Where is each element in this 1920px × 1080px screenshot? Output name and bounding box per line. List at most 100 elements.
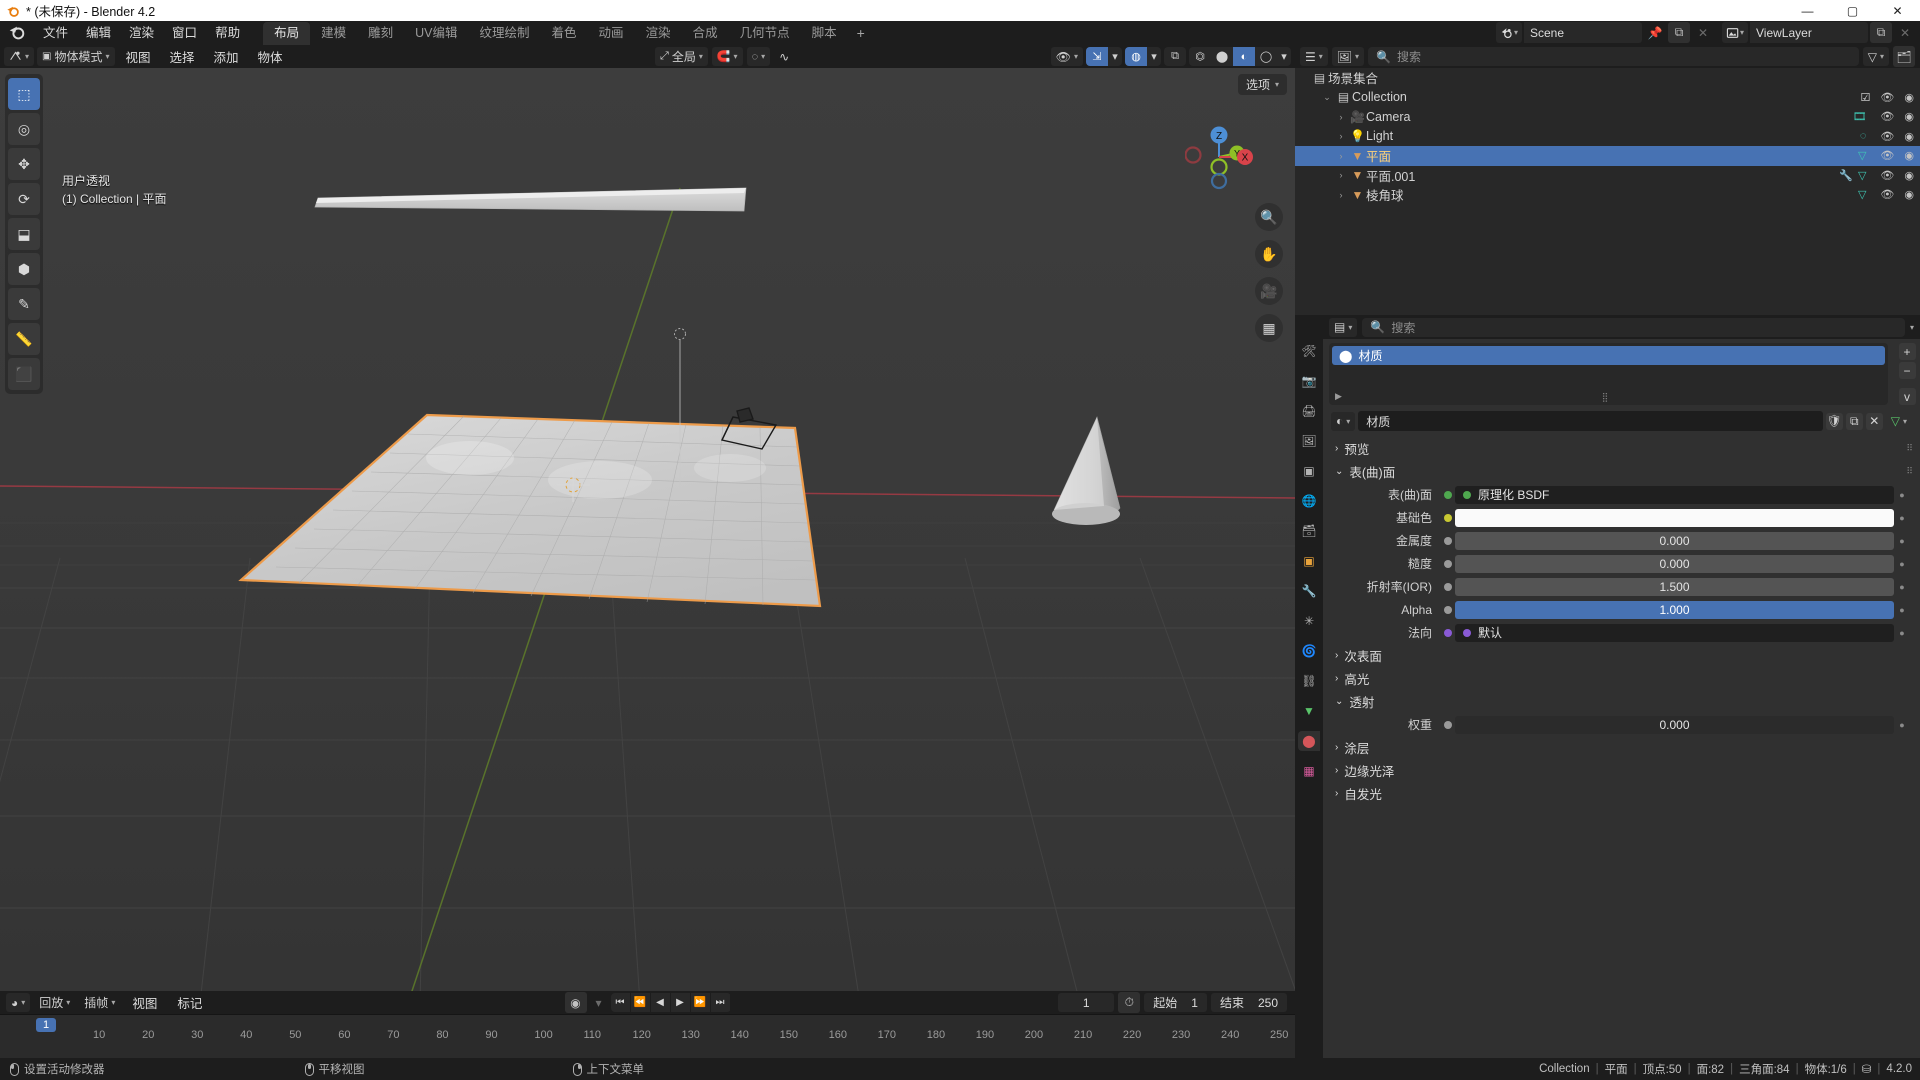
material-slot-item[interactable]: ⬤ 材质: [1332, 346, 1885, 365]
material-slot-list[interactable]: ⬤ 材质 ▶ ⣿: [1329, 343, 1888, 405]
add-material-slot-button[interactable]: +: [1898, 343, 1916, 360]
property-value[interactable]: 0.000: [1455, 715, 1894, 734]
collection-tab[interactable]: 🗃: [1298, 521, 1320, 541]
shading-dropdown[interactable]: ▾: [1277, 47, 1291, 66]
overlay-dropdown[interactable]: ▾: [1147, 47, 1161, 66]
timeline-menu-view[interactable]: 视图: [124, 991, 165, 1014]
camera-icon[interactable]: 🎥: [1255, 277, 1283, 305]
socket-icon[interactable]: [1441, 628, 1455, 637]
next-keyframe-icon[interactable]: ⏩: [691, 993, 711, 1012]
property-value[interactable]: 原理化 BSDF: [1455, 485, 1894, 504]
constraint-tab[interactable]: ⛓: [1298, 671, 1320, 691]
mesh-data-icon[interactable]: ▽ ▾: [1886, 412, 1912, 431]
tab-shading[interactable]: 着色: [541, 22, 588, 45]
viewlayer-name-field[interactable]: ViewLayer: [1750, 22, 1868, 43]
pin-icon[interactable]: 📌: [1644, 22, 1666, 43]
viewport-options-dropdown[interactable]: 选项 ▾: [1237, 74, 1287, 95]
socket-icon[interactable]: [1441, 559, 1455, 568]
outliner-row[interactable]: ⌄ ▤ Collection ☑ 👁 ◉: [1295, 88, 1920, 108]
tab-geometry-nodes[interactable]: 几何节点: [729, 22, 801, 45]
jump-end-icon[interactable]: ⏭: [711, 993, 731, 1012]
menu-render[interactable]: 渲染: [120, 22, 163, 44]
outliner-row[interactable]: › ▼ 平面 ▽ 👁 ◉: [1295, 146, 1920, 166]
shield-icon[interactable]: 🛡: [1825, 412, 1843, 430]
animate-property-button[interactable]: ●: [1894, 582, 1910, 592]
gizmo-icon[interactable]: ⇲: [1086, 47, 1108, 66]
camera-data-icon[interactable]: 🎞: [1852, 110, 1866, 123]
timeline-menu-marker[interactable]: 标记: [169, 991, 210, 1014]
eye-icon[interactable]: 👁: [1880, 149, 1894, 162]
timeline-editor-type-button[interactable]: ◕ ▾: [6, 993, 31, 1012]
add-workspace-button[interactable]: +: [848, 23, 874, 44]
zoom-icon[interactable]: 🔍: [1255, 203, 1283, 231]
menu-help[interactable]: 帮助: [206, 22, 249, 44]
data-tab[interactable]: ▼: [1298, 701, 1320, 721]
outliner-row[interactable]: › 🎥 Camera 🎞 👁 ◉: [1295, 107, 1920, 127]
cursor-tool[interactable]: ◎: [8, 113, 40, 145]
particles-tab[interactable]: ✳: [1298, 611, 1320, 631]
modifier-icon[interactable]: 🔧: [1839, 169, 1853, 182]
modifier-tab[interactable]: 🔧: [1298, 581, 1320, 601]
object-tab[interactable]: ▣: [1298, 551, 1320, 571]
play-reverse-icon[interactable]: ◀: [651, 993, 671, 1012]
jump-start-icon[interactable]: ⏮: [611, 993, 631, 1012]
play-icon[interactable]: ▶: [671, 993, 691, 1012]
viewlayer-tab[interactable]: 🖼: [1298, 431, 1320, 451]
tab-scripting[interactable]: 脚本: [801, 22, 848, 45]
scale-tool[interactable]: ⬓: [8, 218, 40, 250]
expand-icon[interactable]: ›: [1333, 170, 1349, 180]
camera-render-icon[interactable]: ◉: [1904, 110, 1914, 123]
playhead[interactable]: 1: [36, 1018, 57, 1032]
stopwatch-icon[interactable]: ⏱: [1118, 992, 1141, 1013]
tab-layout[interactable]: 布局: [263, 21, 311, 45]
move-tool[interactable]: ✥: [8, 148, 40, 180]
animate-property-button[interactable]: ●: [1894, 559, 1910, 569]
shader-section[interactable]: › 涂层: [1323, 736, 1920, 759]
light-data-icon[interactable]: ◌: [1860, 130, 1867, 142]
tab-rendering[interactable]: 渲染: [635, 22, 682, 45]
property-value[interactable]: [1455, 508, 1894, 527]
expand-icon[interactable]: ›: [1333, 131, 1349, 141]
navigation-gizmo[interactable]: Z Y X: [1184, 123, 1253, 191]
render-tab[interactable]: 📷: [1298, 371, 1320, 391]
outliner-search-input[interactable]: 🔍 搜索: [1368, 47, 1859, 66]
section-surface[interactable]: ⌄ 表(曲)面 ⠿: [1323, 460, 1920, 483]
hand-icon[interactable]: ✋: [1255, 240, 1283, 268]
mode-selector[interactable]: ▣ 物体模式 ▾: [37, 47, 115, 66]
shader-section[interactable]: › 自发光: [1323, 782, 1920, 805]
close-button[interactable]: ✕: [1875, 0, 1920, 21]
new-collection-icon[interactable]: 🗂: [1893, 46, 1915, 67]
animate-property-button[interactable]: ●: [1894, 513, 1910, 523]
mesh-data-icon[interactable]: ▽: [1858, 188, 1866, 201]
section-preview[interactable]: › 预览 ⠿: [1323, 437, 1920, 460]
maximize-button[interactable]: ▢: [1830, 0, 1875, 21]
socket-icon[interactable]: [1441, 536, 1455, 545]
timeline-menu-playback[interactable]: 回放 ▾: [34, 993, 75, 1012]
expand-icon[interactable]: ›: [1333, 112, 1349, 122]
add-cube-tool[interactable]: ⬛: [8, 358, 40, 390]
prev-keyframe-icon[interactable]: ⏪: [631, 993, 651, 1012]
tab-compositing[interactable]: 合成: [682, 22, 729, 45]
unlink-material-button[interactable]: ✕: [1865, 412, 1883, 430]
expand-icon[interactable]: ›: [1333, 151, 1349, 161]
material-tab[interactable]: ⬤: [1298, 731, 1320, 751]
property-value[interactable]: 1.000: [1455, 600, 1894, 619]
eye-icon[interactable]: 👁: [1880, 130, 1894, 143]
tab-animation[interactable]: 动画: [588, 22, 635, 45]
expand-icon[interactable]: ⌄: [1319, 92, 1335, 103]
snap-button[interactable]: 🧲 ▾: [711, 47, 743, 66]
tab-sculpting[interactable]: 雕刻: [357, 22, 404, 45]
rendered-icon[interactable]: ◯: [1255, 47, 1277, 66]
frame-end-field[interactable]: 结束 250: [1210, 993, 1287, 1012]
output-tab[interactable]: 🖨: [1298, 401, 1320, 421]
material-preview-icon[interactable]: ◐: [1233, 47, 1255, 66]
viewport-menu-view[interactable]: 视图: [118, 45, 159, 68]
shader-section[interactable]: › 高光: [1323, 667, 1920, 690]
properties-options-chevron[interactable]: ▾: [1910, 323, 1914, 332]
material-slot-menu-button[interactable]: v: [1898, 388, 1916, 405]
shader-section[interactable]: ⌄ 透射: [1323, 690, 1920, 713]
new-viewlayer-button[interactable]: ⧉: [1870, 22, 1892, 43]
property-value[interactable]: 1.500: [1455, 577, 1894, 596]
tweak-tool[interactable]: ⬚: [8, 78, 40, 110]
scene-name-field[interactable]: Scene: [1523, 22, 1642, 43]
